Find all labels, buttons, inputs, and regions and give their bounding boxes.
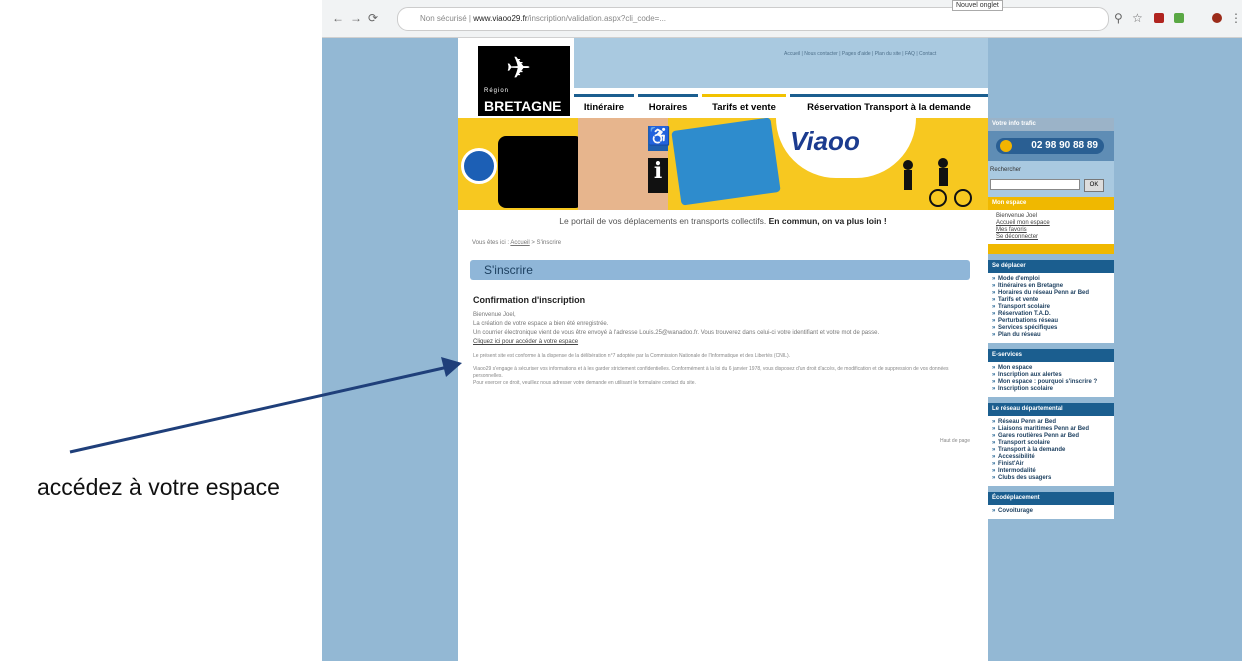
annotation-arrow: [69, 357, 462, 454]
annotation-caption: accédez à votre espace: [37, 474, 280, 500]
